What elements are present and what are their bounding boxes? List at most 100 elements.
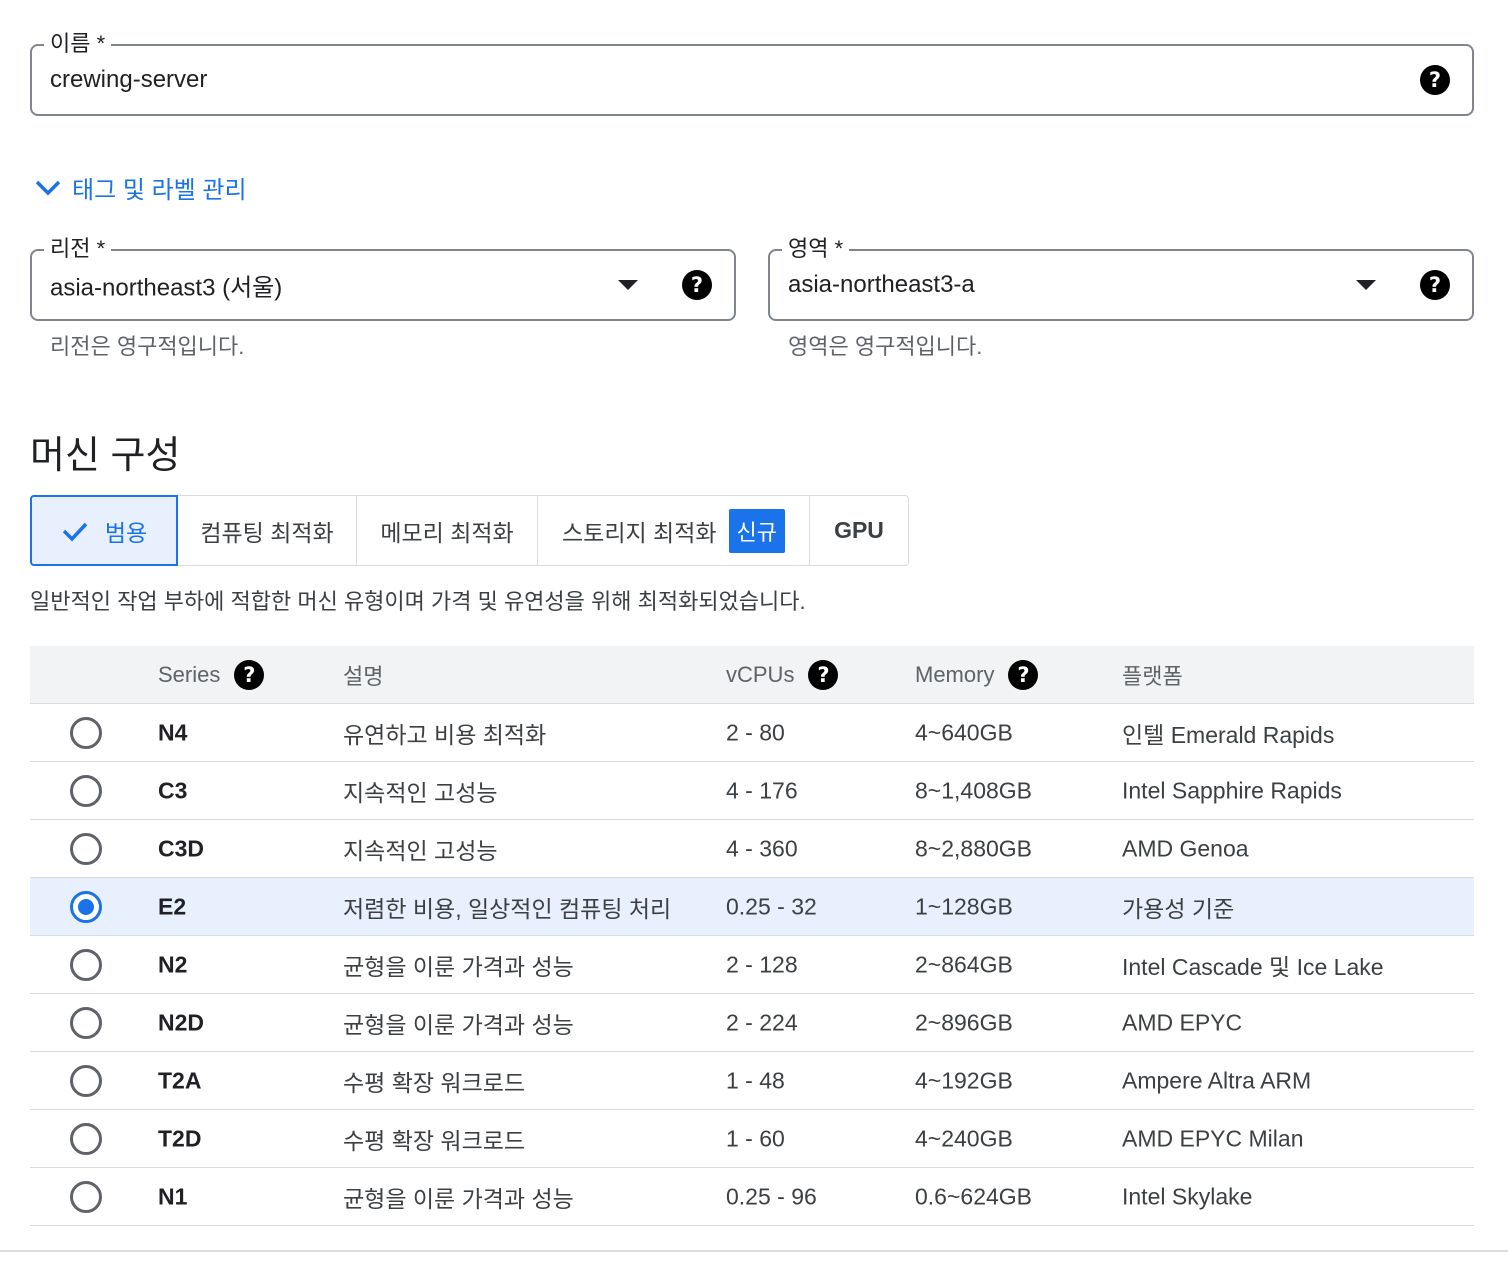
memory-cell: 8~2,880GB	[915, 835, 1033, 861]
region-select[interactable]: 리전 * asia-northeast3 (서울) ?	[30, 235, 736, 321]
dropdown-arrow-icon[interactable]	[1356, 280, 1376, 290]
description-cell: 균형을 이룬 가격과 성능	[343, 1185, 574, 1212]
table-row[interactable]: N2 균형을 이룬 가격과 성능 2 - 128 2~864GB Intel C…	[30, 936, 1474, 994]
platform-cell: Ampere Altra ARM	[1122, 1067, 1312, 1093]
zone-select[interactable]: 영역 * asia-northeast3-a ?	[768, 235, 1474, 321]
dropdown-arrow-icon[interactable]	[618, 280, 638, 290]
header-memory: Memory ?	[915, 659, 1039, 690]
help-icon[interactable]: ?	[1420, 65, 1450, 95]
series-cell: N2	[158, 951, 188, 977]
series-radio[interactable]	[70, 1180, 102, 1213]
vcpus-cell: 4 - 360	[726, 835, 798, 861]
header-description: 설명	[343, 659, 383, 691]
tab-storage-optimized[interactable]: 스토리지 최적화 신규	[538, 496, 810, 565]
series-radio[interactable]	[70, 716, 102, 749]
series-cell: N2D	[158, 1009, 205, 1035]
region-hint: 리전은 영구적입니다.	[50, 334, 245, 359]
table-row[interactable]: N2D 균형을 이룬 가격과 성능 2 - 224 2~896GB AMD EP…	[30, 994, 1474, 1052]
vm-create-page: 이름 * crewing-server ? 태그 및 라벨 관리 리전 * as…	[0, 0, 1508, 1274]
description-cell: 수평 확장 워크로드	[343, 1127, 526, 1154]
region-value: asia-northeast3 (서울)	[50, 274, 283, 302]
tags-labels-expander-label: 태그 및 라벨 관리	[72, 177, 247, 204]
header-series-label: Series	[158, 661, 221, 687]
description-cell: 유연하고 비용 최적화	[343, 721, 547, 748]
header-series: Series ?	[158, 659, 265, 690]
table-row[interactable]: T2D 수평 확장 워크로드 1 - 60 4~240GB AMD EPYC M…	[30, 1110, 1474, 1168]
tab-label: 메모리 최적화	[380, 519, 514, 546]
vcpus-cell: 0.25 - 32	[726, 893, 817, 919]
zone-hint: 영역은 영구적입니다.	[788, 334, 983, 359]
series-cell: N4	[158, 719, 188, 745]
series-radio[interactable]	[70, 1064, 102, 1097]
help-icon[interactable]: ?	[234, 659, 265, 690]
vcpus-cell: 4 - 176	[726, 777, 798, 803]
zone-label: 영역 *	[782, 235, 850, 263]
series-cell: T2A	[158, 1067, 202, 1093]
series-radio[interactable]	[70, 832, 102, 865]
vcpus-cell: 2 - 80	[726, 719, 785, 745]
header-vcpus-label: vCPUs	[726, 661, 795, 687]
description-cell: 지속적인 고성능	[343, 779, 498, 806]
name-field[interactable]: 이름 * crewing-server ?	[30, 30, 1474, 116]
tab-label: GPU	[834, 517, 884, 543]
memory-cell: 4~240GB	[915, 1125, 1013, 1151]
platform-cell: Intel Skylake	[1122, 1183, 1253, 1209]
series-radio[interactable]	[70, 1122, 102, 1155]
tab-compute-optimized[interactable]: 컴퓨팅 최적화	[178, 496, 357, 565]
series-cell: E2	[158, 893, 187, 919]
memory-cell: 8~1,408GB	[915, 777, 1033, 803]
series-radio[interactable]	[70, 948, 102, 981]
table-header: Series ? 설명 vCPUs ? Memory ? 플랫폼	[30, 646, 1474, 704]
tab-description: 일반적인 작업 부하에 적합한 머신 유형이며 가격 및 유연성을 위해 최적화…	[30, 589, 806, 614]
platform-cell: AMD Genoa	[1122, 835, 1249, 861]
memory-cell: 2~864GB	[915, 951, 1013, 977]
table-row[interactable]: T2A 수평 확장 워크로드 1 - 48 4~192GB Ampere Alt…	[30, 1052, 1474, 1110]
help-icon[interactable]: ?	[1420, 270, 1450, 300]
platform-cell: 인텔 Emerald Rapids	[1122, 721, 1335, 748]
table-row[interactable]: N4 유연하고 비용 최적화 2 - 80 4~640GB 인텔 Emerald…	[30, 704, 1474, 762]
series-cell: N1	[158, 1183, 188, 1209]
tab-general-purpose[interactable]: 범용	[30, 495, 178, 566]
platform-cell: AMD EPYC	[1122, 1009, 1243, 1035]
platform-cell: 가용성 기준	[1122, 895, 1235, 922]
machine-family-tabs: 범용 컴퓨팅 최적화 메모리 최적화 스토리지 최적화 신규 GPU	[30, 495, 909, 566]
header-description-label: 설명	[343, 663, 384, 689]
new-badge: 신규	[728, 508, 785, 553]
series-cell: C3D	[158, 835, 205, 861]
memory-cell: 0.6~624GB	[915, 1183, 1033, 1209]
series-radio[interactable]	[70, 1006, 102, 1039]
machine-config-title: 머신 구성	[30, 435, 181, 477]
platform-cell: Intel Sapphire Rapids	[1122, 777, 1342, 803]
help-icon[interactable]: ?	[682, 270, 712, 300]
table-row[interactable]: C3 지속적인 고성능 4 - 176 8~1,408GB Intel Sapp…	[30, 762, 1474, 820]
memory-cell: 1~128GB	[915, 893, 1013, 919]
region-label: 리전 *	[44, 235, 112, 263]
tab-label: 범용	[104, 519, 148, 546]
name-field-value[interactable]: crewing-server	[50, 66, 207, 94]
memory-cell: 4~640GB	[915, 719, 1013, 745]
tags-labels-expander[interactable]: 태그 및 라벨 관리	[34, 170, 247, 205]
table-row[interactable]: E2 저렴한 비용, 일상적인 컴퓨팅 처리 0.25 - 32 1~128GB…	[30, 878, 1474, 936]
chevron-down-icon	[35, 180, 61, 195]
table-row[interactable]: C3D 지속적인 고성능 4 - 360 8~2,880GB AMD Genoa	[30, 820, 1474, 878]
header-platform-label: 플랫폼	[1122, 663, 1183, 689]
series-radio[interactable]	[70, 890, 102, 923]
help-icon[interactable]: ?	[1008, 659, 1039, 690]
machine-series-table: Series ? 설명 vCPUs ? Memory ? 플랫폼 N4 유연하고…	[30, 646, 1474, 1226]
description-cell: 지속적인 고성능	[343, 837, 498, 864]
tab-gpu[interactable]: GPU	[810, 496, 908, 565]
tab-label: 스토리지 최적화	[562, 519, 717, 546]
vcpus-cell: 2 - 128	[726, 951, 798, 977]
help-icon[interactable]: ?	[808, 659, 839, 690]
header-memory-label: Memory	[915, 661, 995, 687]
series-radio[interactable]	[70, 774, 102, 807]
description-cell: 수평 확장 워크로드	[343, 1069, 526, 1096]
header-platform: 플랫폼	[1122, 659, 1183, 691]
platform-cell: Intel Cascade 및 Ice Lake	[1122, 953, 1384, 980]
vcpus-cell: 1 - 60	[726, 1125, 785, 1151]
tab-label: 컴퓨팅 최적화	[200, 519, 334, 546]
check-icon	[62, 522, 88, 542]
footer-divider	[0, 1250, 1508, 1252]
table-row[interactable]: N1 균형을 이룬 가격과 성능 0.25 - 96 0.6~624GB Int…	[30, 1168, 1474, 1226]
tab-memory-optimized[interactable]: 메모리 최적화	[357, 496, 538, 565]
